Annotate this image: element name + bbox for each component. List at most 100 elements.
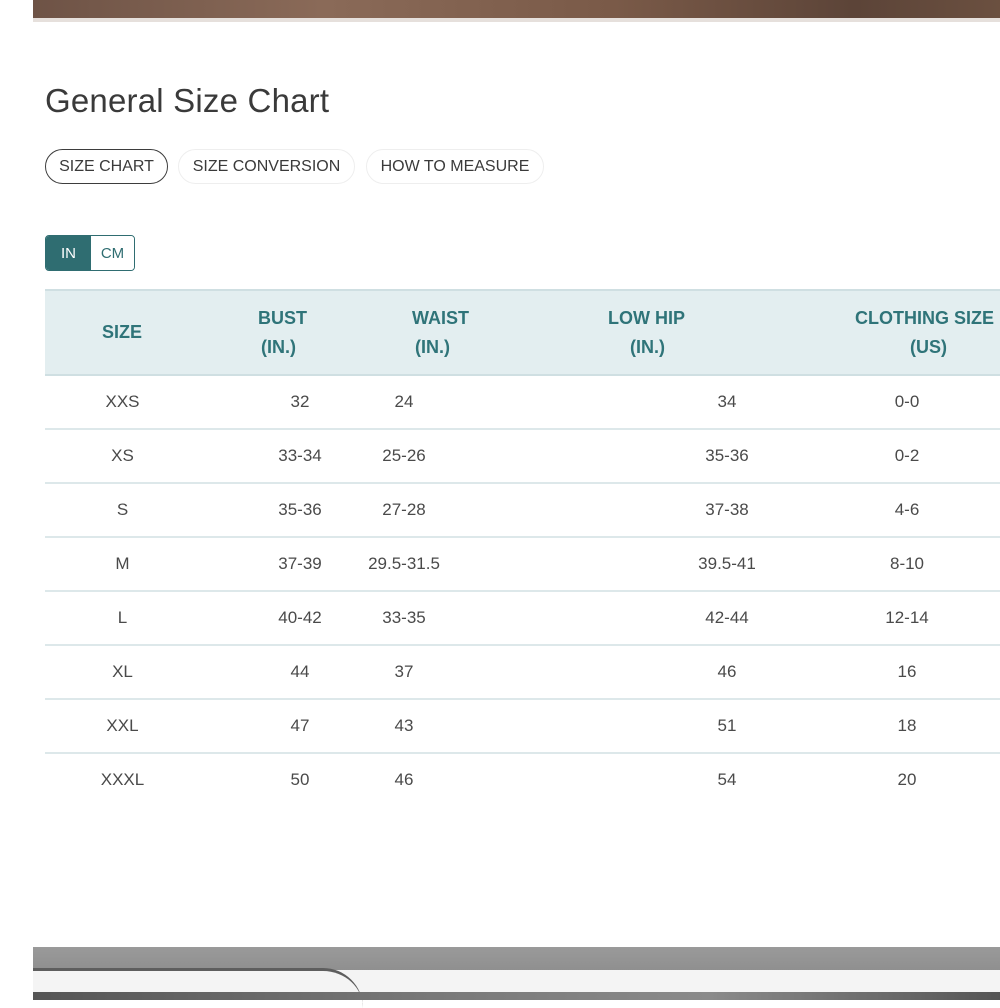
cell-waist-value: 43: [394, 716, 414, 735]
cell-size-value: L: [117, 608, 128, 627]
column-header-clothing-size: CLOTHING SIZE (US): [733, 289, 1000, 376]
cell-bust: 50: [200, 753, 322, 806]
bottom-photo-edge: [33, 992, 1000, 1000]
cell-waist-value: 33-35: [382, 608, 426, 627]
cell-low-hip-value: 39.5-41: [698, 554, 756, 573]
cell-size: XXL: [45, 699, 200, 754]
cell-size: XXS: [45, 375, 200, 430]
cell-clothing-size: 12-14: [733, 591, 1000, 646]
cell-waist-value: 24: [394, 392, 414, 411]
cell-waist: 33-35: [322, 591, 565, 646]
table-row: M 37-39 29.5-31.5 39.5-41 8-10: [45, 537, 1000, 592]
cell-size: XXXL: [45, 753, 200, 806]
table-row: L 40-42 33-35 42-44 12-14: [45, 591, 1000, 646]
cell-waist-value: 25-26: [382, 446, 426, 465]
column-header-waist-unit: (IN.): [415, 336, 450, 357]
left-gutter: [0, 0, 33, 1000]
cell-bust: 44: [200, 645, 322, 700]
cell-waist: 37: [322, 645, 565, 700]
cell-size: XL: [45, 645, 200, 700]
column-header-waist-label: WAIST: [412, 307, 469, 328]
column-header-bust-label: BUST: [258, 307, 307, 328]
cell-clothing-size-value: 18: [897, 716, 917, 735]
table-row: XXL 47 43 51 18: [45, 699, 1000, 754]
table-row: XL 44 37 46 16: [45, 645, 1000, 700]
tab-how-to-measure[interactable]: HOW TO MEASURE: [366, 149, 544, 184]
cell-low-hip: 51: [565, 699, 736, 754]
cell-bust: 32: [200, 375, 322, 430]
cell-waist: 43: [322, 699, 565, 754]
unit-toggle: IN CM: [45, 235, 135, 271]
cell-clothing-size: 16: [733, 645, 1000, 700]
cell-clothing-size: 8-10: [733, 537, 1000, 592]
cell-low-hip: 54: [565, 753, 737, 806]
cell-waist: 29.5-31.5: [322, 537, 565, 592]
table-row: XXS 32 24 34 0-0: [45, 375, 1000, 430]
table-row: S 35-36 27-28 37-38 4-6: [45, 483, 1000, 538]
cell-clothing-size-value: 20: [897, 770, 917, 789]
cell-low-hip: 42-44: [565, 591, 749, 646]
cell-low-hip: 39.5-41: [565, 537, 756, 592]
cell-clothing-size: 18: [733, 699, 1000, 754]
cell-waist-value: 37: [394, 662, 414, 681]
cell-size: L: [45, 591, 200, 646]
unit-in-button[interactable]: IN: [46, 236, 91, 270]
cell-size-value: XXL: [106, 716, 139, 735]
column-header-clothing-size-unit: (US): [910, 336, 947, 357]
table-header-row: SIZE BUST (IN.) WAIST (IN.) LOW HIP (IN.…: [45, 289, 1000, 376]
cell-low-hip: 35-36: [565, 429, 749, 484]
column-header-waist: WAIST (IN.): [322, 289, 565, 376]
cell-size-value: M: [115, 554, 130, 573]
column-header-bust: BUST (IN.): [200, 289, 322, 376]
size-table-container: SIZE BUST (IN.) WAIST (IN.) LOW HIP (IN.…: [45, 289, 1000, 809]
column-header-bust-unit: (IN.): [261, 336, 296, 357]
cell-size: S: [45, 483, 200, 538]
cell-clothing-size: 4-6: [733, 483, 1000, 538]
cell-clothing-size-value: 0-0: [894, 392, 920, 411]
page-title: General Size Chart: [45, 82, 330, 119]
column-header-size: SIZE: [45, 289, 200, 376]
cell-clothing-size-value: 8-10: [889, 554, 925, 573]
cell-size: XS: [45, 429, 200, 484]
column-header-clothing-size-label: CLOTHING SIZE: [855, 307, 994, 328]
column-header-low-hip-unit: (IN.): [630, 336, 665, 357]
size-table: SIZE BUST (IN.) WAIST (IN.) LOW HIP (IN.…: [45, 289, 1000, 806]
cell-bust: 47: [200, 699, 322, 754]
cell-size-value: XL: [112, 662, 133, 681]
cell-size-value: XXXL: [100, 770, 145, 789]
tab-size-chart[interactable]: SIZE CHART: [45, 149, 168, 184]
cell-clothing-size: 0-2: [733, 429, 1000, 484]
column-header-low-hip-label: LOW HIP: [608, 307, 685, 328]
cell-clothing-size: 0-0: [733, 375, 1000, 430]
cell-waist-value: 29.5-31.5: [368, 554, 440, 573]
cell-bust: 40-42: [200, 591, 322, 646]
table-row: XS 33-34 25-26 35-36 0-2: [45, 429, 1000, 484]
cell-size-value: S: [116, 500, 129, 519]
top-photo-strip: [33, 0, 1000, 20]
cell-clothing-size-value: 4-6: [894, 500, 920, 519]
cell-clothing-size-value: 12-14: [885, 608, 929, 627]
size-table-body: XXS 32 24 34 0-0 XS 33-34 25-26 35-36 0-2 S 35-36 27…: [45, 375, 1000, 806]
cell-bust: 37-39: [200, 537, 322, 592]
column-header-low-hip: LOW HIP (IN.): [565, 289, 733, 376]
cell-waist: 46: [322, 753, 565, 806]
cell-waist-value: 27-28: [382, 500, 426, 519]
cell-bust: 35-36: [200, 483, 322, 538]
cell-low-hip: 34: [565, 375, 736, 430]
cell-waist: 25-26: [322, 429, 565, 484]
table-row: XXXL 50 46 54 20: [45, 753, 1000, 806]
cell-low-hip: 37-38: [565, 483, 749, 538]
unit-cm-button[interactable]: CM: [91, 236, 134, 270]
column-header-size-label: SIZE: [102, 322, 143, 342]
cell-clothing-size: 20: [733, 753, 1000, 806]
cell-clothing-size-value: 16: [897, 662, 917, 681]
tab-size-conversion[interactable]: SIZE CONVERSION: [178, 149, 355, 184]
cell-low-hip: 46: [565, 645, 736, 700]
top-strip-edge: [33, 18, 1000, 22]
bottom-panel-curve: [33, 968, 363, 1008]
cell-clothing-size-value: 0-2: [894, 446, 920, 465]
cell-size-value: XXS: [105, 392, 140, 411]
cell-waist: 24: [322, 375, 565, 430]
cell-waist: 27-28: [322, 483, 565, 538]
cell-bust: 33-34: [200, 429, 322, 484]
